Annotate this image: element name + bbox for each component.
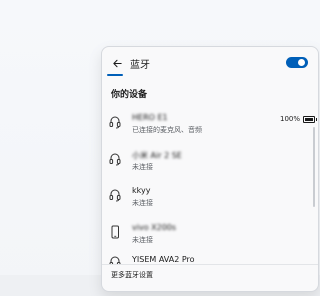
device-item[interactable]: HERO E1 已连接的麦克风、音频 100% [102, 107, 318, 141]
device-name: YISEM AVA2 Pro [132, 255, 195, 264]
device-name: HERO E1 [132, 113, 168, 122]
headset-icon [109, 153, 121, 166]
bluetooth-flyout: 蓝牙 你的设备 HERO E1 已连接的麦克风、音频 100% 小米 Air 2… [101, 46, 319, 292]
bluetooth-toggle[interactable] [286, 57, 308, 68]
flyout-title: 蓝牙 [130, 60, 150, 71]
device-status: 已连接的麦克风、音频 [132, 126, 202, 134]
device-name: kkyy [132, 186, 151, 195]
phone-icon [111, 225, 119, 239]
headset-icon [109, 189, 121, 202]
toggle-knob [298, 59, 305, 66]
device-item[interactable]: 小米 Air 2 SE 未连接 [102, 144, 318, 178]
headset-icon [109, 256, 121, 264]
battery-icon [303, 115, 318, 123]
device-item[interactable]: YISEM AVA2 Pro [102, 250, 318, 264]
section-label-your-devices: 你的设备 [111, 90, 148, 100]
device-status: 未连接 [132, 163, 153, 171]
device-name: 小米 Air 2 SE [132, 151, 182, 160]
device-name: vivo X200s [132, 223, 177, 232]
footer-divider [102, 264, 318, 265]
scrollbar[interactable] [313, 127, 315, 207]
device-status: 未连接 [132, 199, 153, 207]
back-button[interactable] [108, 54, 126, 72]
back-focus-indicator [107, 74, 123, 76]
battery-percent: 100% [280, 115, 301, 123]
battery-indicator: 100% [280, 115, 318, 123]
flyout-header: 蓝牙 [102, 47, 318, 79]
device-item[interactable]: kkyy 未连接 [102, 180, 318, 214]
headset-icon [109, 116, 121, 129]
battery-fill [305, 117, 314, 121]
more-bluetooth-settings-link[interactable]: 更多蓝牙设置 [111, 270, 153, 280]
arrow-left-icon [112, 59, 122, 67]
device-item[interactable]: vivo X200s 未连接 [102, 217, 318, 251]
device-status: 未连接 [132, 236, 153, 244]
